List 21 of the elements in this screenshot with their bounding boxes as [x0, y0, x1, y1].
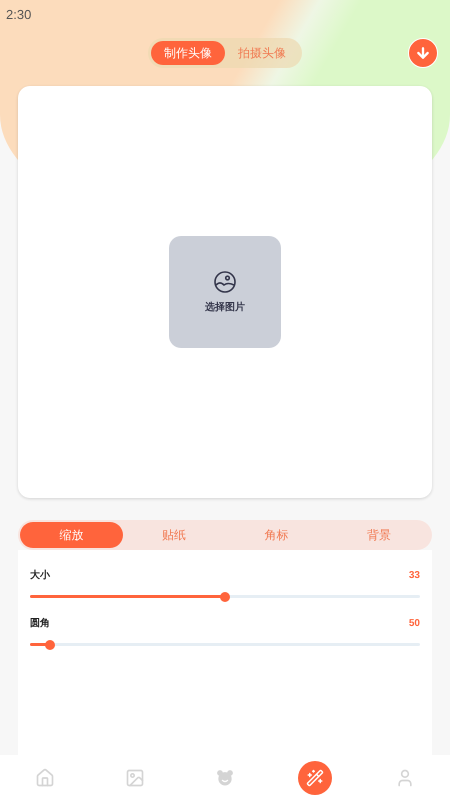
- slider-thumb[interactable]: [220, 592, 230, 602]
- tool-tab[interactable]: 贴纸: [122, 522, 225, 548]
- gallery-icon: [125, 768, 145, 788]
- nav-item[interactable]: [298, 760, 332, 794]
- tool-tab[interactable]: 缩放: [20, 522, 122, 548]
- tool-tab[interactable]: 背景: [328, 522, 430, 548]
- bear-icon: [215, 768, 235, 788]
- mode-tab[interactable]: 拍摄头像: [225, 41, 299, 65]
- wand-icon: [306, 768, 324, 786]
- image-picker[interactable]: 选择图片: [169, 236, 281, 348]
- slider-value: 50: [408, 617, 420, 631]
- mode-tab[interactable]: 制作头像: [151, 41, 225, 65]
- slider-thumb[interactable]: [44, 640, 54, 650]
- home-icon: [35, 768, 55, 788]
- slider-value: 33: [408, 569, 420, 583]
- status-time: 2:30: [6, 7, 32, 22]
- slider-label: 圆角: [30, 616, 50, 631]
- image-icon: [213, 270, 237, 294]
- download-icon: [415, 45, 431, 61]
- tool-tab[interactable]: 角标: [225, 522, 328, 548]
- slider-label: 大小: [30, 568, 50, 583]
